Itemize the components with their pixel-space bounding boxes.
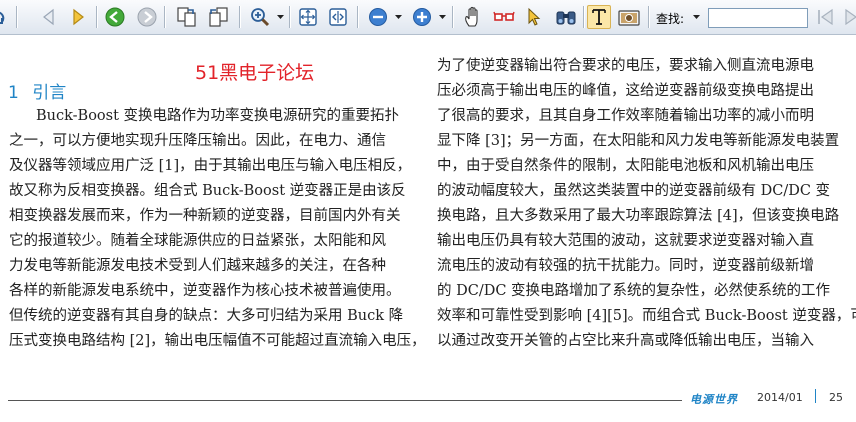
glasses-icon	[493, 11, 515, 21]
single-page-button[interactable]	[175, 5, 199, 29]
paragraph-line: 的 DC/DC 变换电路增加了系统的复杂性，必然使系统的工作	[437, 283, 831, 299]
toolbar-separator	[648, 6, 649, 28]
footer-rule	[8, 400, 682, 401]
search-options-dropdown[interactable]	[692, 5, 700, 29]
section-title: 引言	[32, 83, 67, 103]
dropdown-arrow-icon	[394, 14, 402, 19]
paragraph-line: 压式变换电路结构 [2]，输出电压幅值不可能超过直流输入电压，	[9, 333, 426, 349]
zoom-in-icon	[413, 8, 431, 26]
find-previous-button[interactable]	[814, 5, 838, 29]
paragraph-line: 中，由于受自然条件的限制，太阳能电池板和风机输出电压	[437, 158, 814, 174]
paragraph-line: 相变换器发展而来，作为一种新颖的逆变器，目前国内外有关	[9, 208, 401, 224]
zoom-tool-button[interactable]	[248, 5, 272, 29]
paragraph-line: 输出电压仍具有较大范围的波动，这就要求逆变器对输入直	[437, 233, 814, 249]
footer-journal-name: 电源世界	[690, 393, 738, 406]
paragraph-line: 力发电等新能源发电技术受到人们越来越多的关注，在各种	[9, 258, 386, 274]
zoom-tool-dropdown[interactable]	[276, 5, 284, 29]
paragraph-line: 的波动幅度较大，虽然这类装置中的逆变器前级有 DC/DC 变	[437, 183, 831, 199]
snapshot-button[interactable]	[617, 5, 641, 29]
camera-icon	[618, 10, 640, 26]
paragraph-line: Buck-Boost 变换电路作为功率变换电源研究的重要拓扑	[36, 108, 400, 124]
toolbar-separator	[583, 6, 584, 28]
text-cursor-icon	[592, 9, 606, 25]
watermark: 51黑电子论坛	[195, 62, 315, 84]
continuous-page-button[interactable]	[207, 5, 231, 29]
toolbar-separator	[452, 6, 453, 28]
dropdown-arrow-icon	[438, 14, 446, 19]
toolbar-separator	[96, 6, 97, 28]
zoom-out-button[interactable]	[366, 5, 390, 29]
paragraph-line: 了很高的要求，且其自身工作效率随着输出功率的减小而明	[437, 108, 814, 124]
toolbar-separator	[16, 6, 17, 28]
find-previous-icon	[818, 8, 833, 26]
find-next-button[interactable]	[840, 5, 856, 29]
cursor-arrow-icon	[528, 7, 541, 26]
paragraph-line: 故又称为反相变换器。组合式 Buck-Boost 逆变器正是由该反	[9, 183, 406, 199]
back-button[interactable]	[103, 5, 127, 29]
dropdown-arrow-icon	[692, 14, 700, 19]
footer-issue-date: 2014/01	[757, 391, 803, 404]
zoom-in-button[interactable]	[410, 5, 434, 29]
document-page: 51黑电子论坛 1 引言 Buck-Boost 变换电路作为功率变换电源研究的重…	[0, 36, 856, 422]
forward-arrow-icon	[137, 7, 157, 27]
search-input[interactable]	[708, 8, 808, 28]
fit-width-icon	[329, 8, 347, 26]
toolbar-separator	[357, 6, 358, 28]
paragraph-line: 但传统的逆变器有其自身的缺点：大多可归结为采用 Buck 降	[9, 308, 404, 324]
fit-page-icon	[299, 8, 317, 26]
rotate-page-button[interactable]	[0, 5, 10, 29]
back-arrow-icon	[105, 7, 125, 27]
fit-page-button[interactable]	[296, 5, 320, 29]
find-button[interactable]	[554, 5, 578, 29]
select-text-tool-button[interactable]	[492, 5, 516, 29]
toolbar-separator	[164, 6, 165, 28]
text-select-button[interactable]	[587, 5, 611, 29]
section-number: 1	[8, 83, 19, 103]
zoom-out-icon	[369, 8, 387, 26]
last-page-icon	[73, 8, 84, 26]
section-heading: 1 引言	[8, 78, 66, 103]
hand-icon	[465, 6, 478, 27]
magnifier-plus-icon	[251, 8, 270, 27]
footer-page-number: 25	[829, 391, 843, 404]
paragraph-line: 各样的新能源发电系统中，逆变器作为核心技术被普遍使用。	[9, 283, 401, 299]
last-page-button[interactable]	[67, 5, 91, 29]
single-page-icon	[177, 7, 196, 27]
paragraph-line: 以通过改变开关管的占空比来升高或降低输出电压，当输入	[437, 333, 814, 349]
search-label: 查找:	[656, 12, 685, 26]
toolbar: 查找:	[0, 0, 856, 35]
forward-button[interactable]	[135, 5, 159, 29]
find-next-icon	[845, 8, 856, 26]
footer-divider	[815, 389, 816, 403]
binoculars-icon	[556, 11, 576, 25]
paragraph-line: 流电压的波动有较强的抗干扰能力。同时，逆变器前级新增	[437, 258, 814, 274]
zoom-out-dropdown[interactable]	[394, 5, 402, 29]
toolbar-separator	[239, 6, 240, 28]
first-page-button[interactable]	[36, 5, 60, 29]
paragraph-line: 它的报道较少。随着全球能源供应的日益紧张，太阳能和风	[9, 233, 386, 249]
zoom-in-dropdown[interactable]	[438, 5, 446, 29]
paragraph-line: 显下降 [3]；另一方面，在太阳能和风力发电等新能源发电装置	[437, 133, 840, 149]
paragraph-line: 及仪器等领域应用广泛 [1]，由于其输出电压与输入电压相反，	[9, 158, 412, 174]
continuous-page-icon	[209, 7, 228, 27]
rotate-icon	[0, 11, 5, 24]
hand-tool-button[interactable]	[461, 5, 485, 29]
toolbar-separator	[289, 6, 290, 28]
paragraph-line: 之一，可以方便地实现升压降压输出。因此，在电力、通信	[9, 133, 386, 149]
select-tool-button[interactable]	[522, 5, 546, 29]
dropdown-arrow-icon	[276, 14, 284, 19]
paragraph-line: 为了使逆变器输出符合要求的电压，要求输入侧直流电源电	[437, 58, 814, 74]
paragraph-line: 换电路，且大多数采用了最大功率跟踪算法 [4]，但该变换电路	[437, 208, 840, 224]
paragraph-line: 压必须高于输出电压的峰值，这给逆变器前级变换电路提出	[437, 83, 814, 99]
paragraph-line: 效率和可靠性受到影响 [4][5]。而组合式 Buck-Boost 逆变器，可	[437, 308, 856, 324]
first-page-icon	[43, 8, 54, 26]
fit-width-button[interactable]	[326, 5, 350, 29]
